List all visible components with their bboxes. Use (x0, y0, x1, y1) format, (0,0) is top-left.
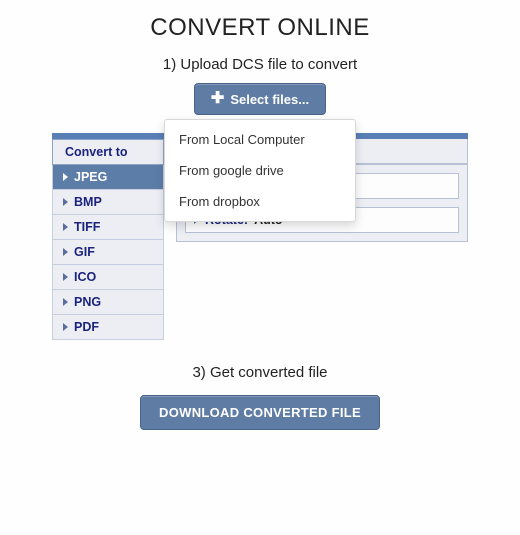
format-label: PDF (74, 320, 99, 334)
format-item-bmp[interactable]: BMP (52, 190, 164, 215)
dropdown-item-gdrive[interactable]: From google drive (165, 155, 355, 186)
dropdown-item-dropbox[interactable]: From dropbox (165, 186, 355, 221)
format-label: BMP (74, 195, 102, 209)
step3-text: 3) Get converted file (0, 364, 520, 381)
step1-text: 1) Upload DCS file to convert (0, 56, 520, 73)
triangle-icon (63, 323, 68, 331)
sidebar-header: Convert to (52, 139, 164, 165)
triangle-icon (63, 223, 68, 231)
triangle-icon (63, 173, 68, 181)
format-item-tiff[interactable]: TIFF (52, 215, 164, 240)
format-label: PNG (74, 295, 101, 309)
format-label: JPEG (74, 170, 107, 184)
triangle-icon (63, 198, 68, 206)
format-item-gif[interactable]: GIF (52, 240, 164, 265)
convert-to-sidebar: Convert to JPEG BMP TIFF GIF ICO PNG PDF (52, 133, 164, 340)
select-files-label: Select files... (230, 92, 309, 107)
source-dropdown: From Local Computer From google drive Fr… (164, 119, 356, 222)
format-item-ico[interactable]: ICO (52, 265, 164, 290)
format-item-jpeg[interactable]: JPEG (52, 165, 164, 190)
format-item-pdf[interactable]: PDF (52, 315, 164, 340)
download-button[interactable]: DOWNLOAD CONVERTED FILE (140, 395, 380, 430)
format-label: TIFF (74, 220, 100, 234)
plus-icon: ✚ (211, 91, 224, 107)
page-title: CONVERT ONLINE (0, 14, 520, 42)
format-label: GIF (74, 245, 95, 259)
triangle-icon (63, 273, 68, 281)
format-label: ICO (74, 270, 96, 284)
format-item-png[interactable]: PNG (52, 290, 164, 315)
triangle-icon (63, 248, 68, 256)
select-files-button[interactable]: ✚ Select files... (194, 83, 326, 115)
triangle-icon (63, 298, 68, 306)
dropdown-item-local[interactable]: From Local Computer (165, 120, 355, 155)
